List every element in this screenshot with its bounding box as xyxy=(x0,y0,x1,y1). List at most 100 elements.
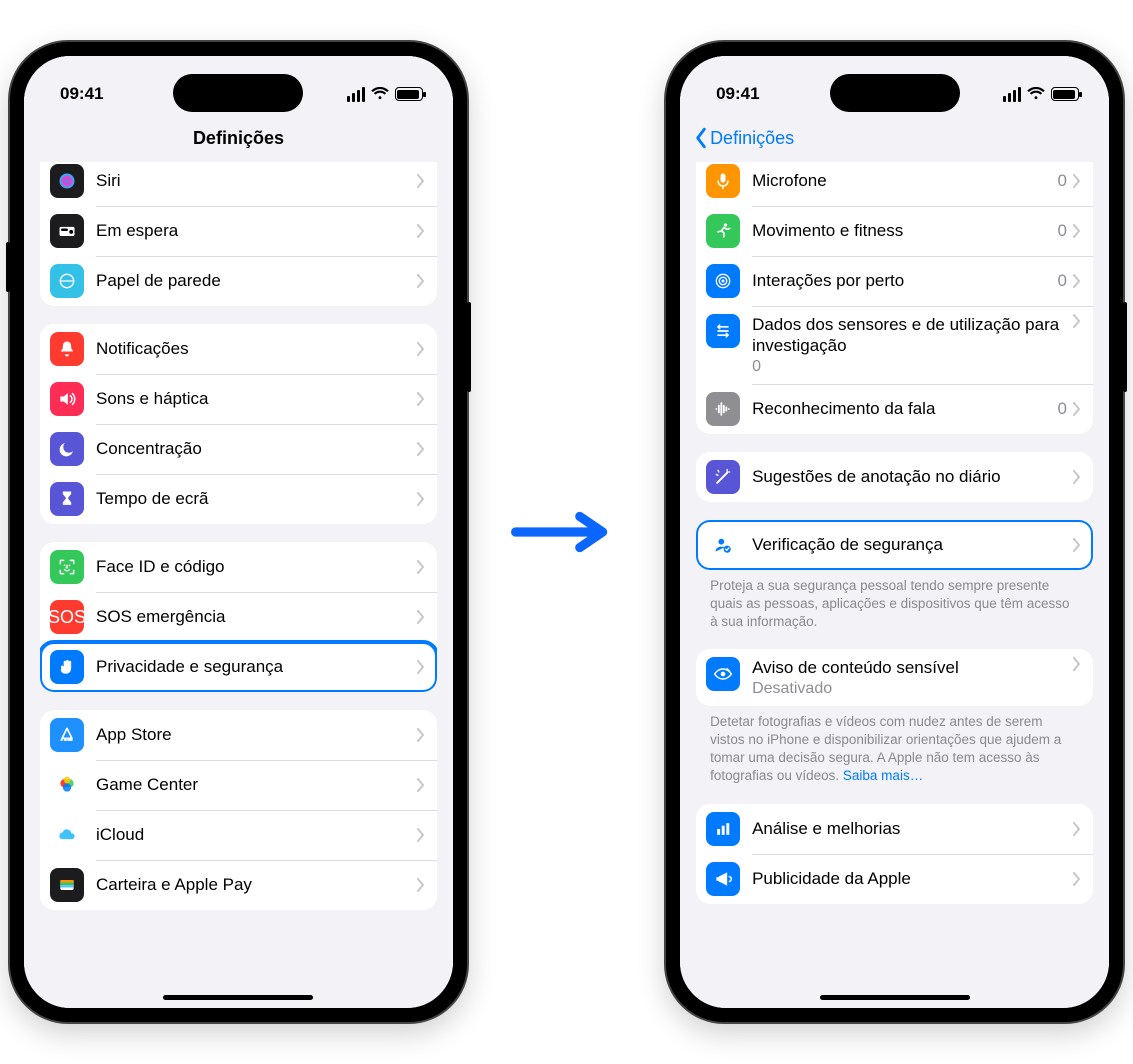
hand-icon xyxy=(50,650,84,684)
status-time: 09:41 xyxy=(716,84,759,104)
chevron-right-icon xyxy=(1073,224,1081,238)
wallet-icon xyxy=(50,868,84,902)
chevron-right-icon xyxy=(1073,274,1081,288)
chevron-right-icon xyxy=(1073,402,1081,416)
chevron-right-icon xyxy=(1073,822,1081,836)
settings-group: Aviso de conteúdo sensívelDesativado xyxy=(696,649,1093,705)
iphone-frame-left: 09:41 Definições SiriEm esperaPapel de p… xyxy=(10,42,467,1022)
iphone-frame-right: 09:41 Definições Microfone0Movimento e f… xyxy=(666,42,1123,1022)
row-label: Verificação de segurança xyxy=(752,534,1073,555)
highlighted-row: Verificação de segurança xyxy=(696,520,1093,570)
settings-group: Siri Em esperaPapel de parede xyxy=(40,162,437,306)
faceid-icon xyxy=(50,550,84,584)
settings-group: Notificações Sons e háptica Concentração Te… xyxy=(40,324,437,524)
dynamic-island xyxy=(173,74,303,112)
standby-icon xyxy=(50,214,84,248)
learn-more-link[interactable]: Saiba mais… xyxy=(843,768,923,783)
chevron-right-icon xyxy=(417,728,425,742)
icloud-icon xyxy=(50,818,84,852)
bell-icon xyxy=(50,332,84,366)
page-title: Definições xyxy=(193,128,284,149)
chevron-right-icon xyxy=(417,442,425,456)
dynamic-island xyxy=(830,74,960,112)
row-label: Carteira e Apple Pay xyxy=(96,874,417,895)
back-button[interactable]: Definições xyxy=(688,114,800,162)
settings-row-icloud[interactable]: iCloud xyxy=(40,810,437,860)
chevron-right-icon xyxy=(417,174,425,188)
chevron-right-icon xyxy=(417,274,425,288)
row-label: Face ID e código xyxy=(96,556,417,577)
nav-bar: Definições xyxy=(680,114,1109,162)
settings-group: Sugestões de anotação no diário xyxy=(696,452,1093,502)
settings-row-nearby[interactable]: Interações por perto0 xyxy=(696,256,1093,306)
chevron-right-icon xyxy=(417,778,425,792)
settings-row-speech[interactable]: Reconhecimento da fala0 xyxy=(696,384,1093,434)
research-icon xyxy=(706,314,740,348)
settings-group: Microfone0Movimento e fitness0Interações… xyxy=(696,162,1093,434)
row-detail: 0 xyxy=(1058,171,1067,191)
settings-row-wallet[interactable]: Carteira e Apple Pay xyxy=(40,860,437,910)
moon-icon xyxy=(50,432,84,466)
wifi-icon xyxy=(371,87,389,101)
settings-row-sounds[interactable]: Sons e háptica xyxy=(40,374,437,424)
settings-row-motion[interactable]: Movimento e fitness0 xyxy=(696,206,1093,256)
settings-row-standby[interactable]: Em espera xyxy=(40,206,437,256)
settings-row-notifications[interactable]: Notificações xyxy=(40,324,437,374)
settings-row-safetycheck[interactable]: Verificação de segurança xyxy=(696,520,1093,570)
battery-icon xyxy=(395,87,423,101)
chevron-right-icon xyxy=(417,878,425,892)
chevron-right-icon xyxy=(1073,538,1081,552)
settings-row-screentime[interactable]: Tempo de ecrã xyxy=(40,474,437,524)
row-label: Publicidade da Apple xyxy=(752,868,1073,889)
chevron-right-icon xyxy=(1073,657,1081,671)
settings-row-mic[interactable]: Microfone0 xyxy=(696,162,1093,206)
row-label: iCloud xyxy=(96,824,417,845)
row-label: Sons e háptica xyxy=(96,388,417,409)
settings-row-ads[interactable]: Publicidade da Apple xyxy=(696,854,1093,904)
speaker-icon xyxy=(50,382,84,416)
battery-icon xyxy=(1051,87,1079,101)
nav-bar: Definições xyxy=(24,114,453,162)
chevron-right-icon xyxy=(417,828,425,842)
settings-row-research[interactable]: Dados dos sensores e de utilização para … xyxy=(696,306,1093,384)
hourglass-icon xyxy=(50,482,84,516)
settings-group: Análise e melhorias Publicidade da Apple xyxy=(696,804,1093,904)
row-sublabel: 0 xyxy=(752,357,1073,376)
chevron-right-icon xyxy=(1073,470,1081,484)
runner-icon xyxy=(706,214,740,248)
settings-row-privacy[interactable]: Privacidade e segurança xyxy=(40,642,437,692)
row-detail: 0 xyxy=(1058,271,1067,291)
settings-row-appstore[interactable]: App Store xyxy=(40,710,437,760)
settings-row-analytics[interactable]: Análise e melhorias xyxy=(696,804,1093,854)
row-label: Concentração xyxy=(96,438,417,459)
chevron-right-icon xyxy=(417,610,425,624)
group-footer: Detetar fotografias e vídeos com nudez a… xyxy=(696,706,1093,786)
chevron-right-icon xyxy=(417,392,425,406)
row-detail: 0 xyxy=(1058,399,1067,419)
cellular-icon xyxy=(347,87,365,102)
row-label: Siri xyxy=(96,170,417,191)
settings-row-siri[interactable]: Siri xyxy=(40,162,437,206)
home-indicator xyxy=(820,995,970,1000)
settings-row-sensitive[interactable]: Aviso de conteúdo sensívelDesativado xyxy=(696,649,1093,705)
settings-row-gamecenter[interactable]: Game Center xyxy=(40,760,437,810)
settings-row-faceid[interactable]: Face ID e código xyxy=(40,542,437,592)
chevron-right-icon xyxy=(417,492,425,506)
personcheck-icon xyxy=(706,528,740,562)
appstore-icon xyxy=(50,718,84,752)
row-label: App Store xyxy=(96,724,417,745)
settings-group: Verificação de segurança xyxy=(696,520,1093,570)
row-detail: 0 xyxy=(1058,221,1067,241)
nearby-icon xyxy=(706,264,740,298)
settings-row-journal[interactable]: Sugestões de anotação no diário xyxy=(696,452,1093,502)
settings-row-wallpaper[interactable]: Papel de parede xyxy=(40,256,437,306)
highlighted-row: Privacidade e segurança xyxy=(40,642,437,692)
settings-row-sos[interactable]: SOSSOS emergência xyxy=(40,592,437,642)
row-label: Reconhecimento da fala xyxy=(752,398,1057,419)
chevron-right-icon xyxy=(1073,174,1081,188)
chevron-right-icon xyxy=(417,660,425,674)
siri-icon xyxy=(50,164,84,198)
settings-row-focus[interactable]: Concentração xyxy=(40,424,437,474)
row-label: SOS emergência xyxy=(96,606,417,627)
back-label: Definições xyxy=(710,128,794,149)
